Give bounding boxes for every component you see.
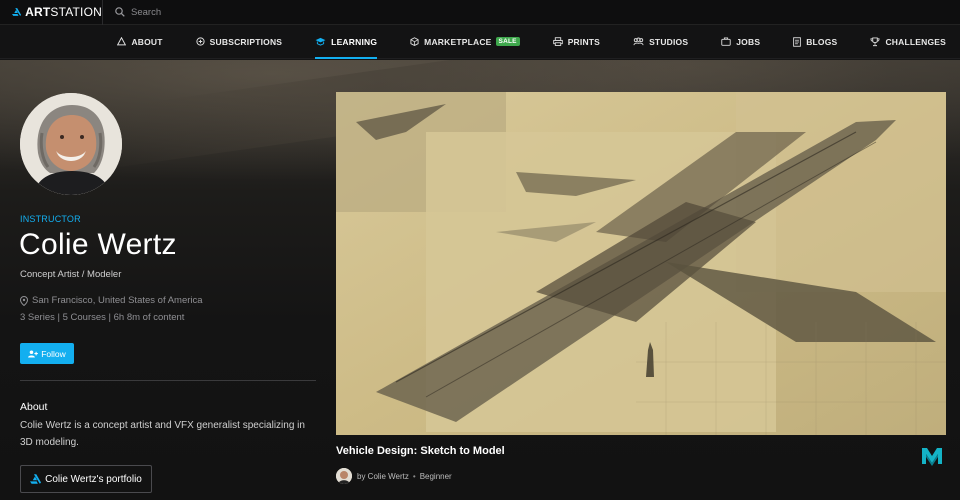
nav-jobs[interactable]: JOBS [721, 25, 760, 59]
nav-learning-label: LEARNING [331, 36, 378, 47]
nav-studios[interactable]: STUDIOS [633, 25, 688, 59]
add-user-icon [28, 349, 39, 358]
nav-learning[interactable]: LEARNING [315, 25, 378, 59]
nav-challenges[interactable]: CHALLENGES [870, 25, 946, 59]
nav-blogs[interactable]: BLOGS [793, 25, 837, 59]
about-text: Colie Wertz is a concept artist and VFX … [20, 420, 305, 448]
marketplace-icon [410, 37, 419, 46]
search-icon [115, 7, 125, 17]
follow-button-label: Follow [41, 348, 66, 359]
sale-badge: SALE [495, 37, 520, 46]
logo-text: ARTSTATION [25, 5, 102, 19]
author-avatar [336, 468, 352, 484]
nav-blogs-label: BLOGS [806, 36, 838, 47]
subscriptions-icon [196, 37, 205, 46]
nav-challenges-label: CHALLENGES [885, 36, 946, 47]
course-byline: by Colie Wertz • Beginner [336, 468, 452, 484]
artstation-icon [30, 474, 42, 484]
nav-about[interactable]: ABOUT [117, 25, 162, 59]
artstation-logo[interactable]: ARTSTATION [0, 0, 103, 25]
instructor-hero: INSTRUCTOR Colie Wertz Concept Artist / … [0, 60, 960, 500]
location-text: San Francisco, United States of America [32, 295, 203, 306]
portfolio-button[interactable]: Colie Wertz's portfolio [20, 465, 152, 493]
instructor-name: Colie Wertz [19, 228, 177, 261]
course-thumbnail[interactable] [336, 92, 946, 435]
nav-studios-label: STUDIOS [649, 36, 689, 47]
section-divider [20, 380, 316, 381]
search-bar[interactable] [103, 0, 960, 25]
course-level: Beginner [419, 471, 452, 481]
challenges-icon [870, 36, 880, 47]
blogs-icon [793, 36, 802, 47]
follow-button[interactable]: Follow [20, 343, 74, 364]
jobs-icon [721, 37, 731, 46]
top-bar: ARTSTATION [0, 0, 960, 25]
instructor-title: Concept Artist / Modeler [20, 269, 122, 280]
location-pin-icon [20, 295, 28, 306]
nav-prints-label: PRINTS [567, 36, 601, 47]
main-nav: ABOUT SUBSCRIPTIONS LEARNING MARKETPLACE… [0, 25, 960, 59]
nav-marketplace[interactable]: MARKETPLACE SALE [410, 25, 520, 59]
nav-about-label: ABOUT [131, 36, 163, 47]
instructor-role-label: INSTRUCTOR [20, 214, 81, 224]
nav-prints[interactable]: PRINTS [552, 25, 601, 59]
instructor-location: San Francisco, United States of America [20, 295, 203, 306]
instructor-avatar [20, 93, 122, 195]
course-title[interactable]: Vehicle Design: Sketch to Model [336, 445, 505, 457]
studios-icon [633, 37, 644, 46]
nav-marketplace-label: MARKETPLACE [424, 36, 492, 47]
portfolio-button-label: Colie Wertz's portfolio [45, 473, 142, 485]
maya-logo-icon [922, 448, 942, 466]
instructor-stats: 3 Series | 5 Courses | 6h 8m of content [20, 312, 185, 323]
about-icon [117, 37, 127, 46]
nav-subscriptions-label: SUBSCRIPTIONS [209, 36, 283, 47]
course-author[interactable]: by Colie Wertz [357, 472, 409, 481]
byline-separator: • [412, 471, 416, 481]
prints-icon [552, 37, 563, 46]
learning-icon [315, 37, 326, 46]
nav-subscriptions[interactable]: SUBSCRIPTIONS [196, 25, 283, 59]
search-input[interactable] [131, 6, 431, 18]
about-heading: About [20, 401, 48, 413]
artstation-logo-icon [12, 8, 22, 16]
nav-jobs-label: JOBS [736, 36, 761, 47]
